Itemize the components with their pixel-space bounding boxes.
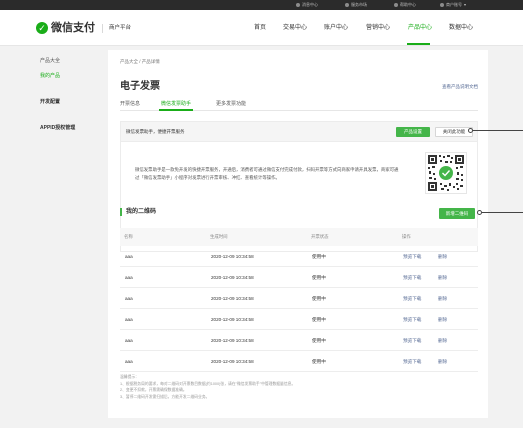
table-header: 名称 生成时间 开票状态 操作: [120, 228, 478, 246]
sidebar-group-title: 产品大全: [40, 58, 61, 64]
delete-link[interactable]: 删除: [438, 316, 447, 323]
column-header-name: 名称: [124, 234, 133, 239]
main-content: 产品大全 / 产品详情 电子发票 查看产品说明文档 开票信息 微信发票助手 更多…: [108, 50, 488, 418]
cell-status: 使用中: [312, 254, 326, 259]
topbar-item-messages[interactable]: 消息中心: [296, 1, 318, 9]
cell-time: 2020-12-09 10:34:58: [211, 338, 254, 343]
cell-name: aaa: [125, 317, 133, 322]
bell-icon: [296, 2, 300, 7]
cell-time: 2020-12-09 10:34:58: [211, 296, 254, 301]
table-row: aaa 2020-12-09 10:34:58 使用中 预览下载 删除: [120, 309, 478, 330]
qr-code-icon: [426, 153, 466, 193]
promo-description: 微信发票助手是一款免开发的快捷开票服务，开通后，消费者可通过微信支付完成付款，扫…: [135, 167, 399, 180]
top-utility-bar: 消息中心 服务市场 帮助中心 商户账号 ▾: [0, 0, 523, 10]
platform-name: 商户平台: [109, 25, 132, 31]
table-row: aaa 2020-12-09 10:34:58 使用中 预览下载 删除: [120, 246, 478, 267]
user-icon: [440, 2, 444, 7]
delete-link[interactable]: 删除: [438, 358, 447, 365]
delete-link[interactable]: 删除: [438, 253, 447, 260]
nav-transactions[interactable]: 交易中心: [283, 24, 307, 32]
cell-name: aaa: [125, 359, 133, 364]
service-bar: 微信发票助手，便捷开票服务 产品设置 关闭此功能: [120, 121, 478, 142]
preview-download-link[interactable]: 预览下载: [403, 253, 421, 260]
nav-home[interactable]: 首页: [254, 24, 266, 32]
product-doc-link[interactable]: 查看产品说明文档: [442, 84, 478, 90]
cell-time: 2020-12-09 10:34:58: [211, 317, 254, 322]
market-icon: [345, 2, 349, 7]
tab-invoice-info[interactable]: 开票信息: [120, 101, 140, 108]
column-header-status: 开票状态: [311, 234, 329, 239]
nav-data[interactable]: 数据中心: [449, 24, 473, 32]
cell-name: aaa: [125, 254, 133, 259]
nav-products[interactable]: 产品中心: [408, 24, 432, 32]
cell-status: 使用中: [312, 296, 326, 301]
wechat-pay-logo-icon: ✓: [36, 22, 48, 34]
nav-active-indicator: [407, 43, 430, 45]
section-title-my-qr: 我的二维码: [120, 208, 156, 216]
column-header-actions: 操作: [402, 234, 411, 239]
page-title: 电子发票: [120, 81, 160, 92]
sidebar-item-appid-auth[interactable]: APPID授权管理: [40, 125, 75, 132]
logo-text: 微信支付: [51, 22, 95, 34]
cell-status: 使用中: [312, 338, 326, 343]
table-row: aaa 2020-12-09 10:34:58 使用中 预览下载 删除: [120, 288, 478, 309]
cell-name: aaa: [125, 275, 133, 280]
tab-active-indicator: [159, 109, 193, 111]
topbar-item-account[interactable]: 商户账号 ▾: [440, 1, 466, 9]
table-row: aaa 2020-12-09 10:34:58 使用中 预览下载 删除: [120, 330, 478, 351]
service-bar-text: 微信发票助手，便捷开票服务: [126, 129, 185, 134]
cell-status: 使用中: [312, 317, 326, 322]
main-header: ✓ 微信支付 商户平台 首页 交易中心 账户中心 营销中心 产品中心 数据中心: [0, 10, 523, 46]
help-icon: [394, 2, 398, 7]
topbar-item-market[interactable]: 服务市场: [345, 1, 367, 9]
sidebar-item-dev-config[interactable]: 开发配置: [40, 99, 60, 106]
delete-link[interactable]: 删除: [438, 274, 447, 281]
annotation-line: [473, 130, 523, 131]
preview-download-link[interactable]: 预览下载: [403, 295, 421, 302]
nav-account[interactable]: 账户中心: [324, 24, 348, 32]
table-row: aaa 2020-12-09 10:34:58 使用中 预览下载 删除: [120, 351, 478, 372]
chevron-down-icon: ▾: [464, 2, 467, 7]
tab-more-features[interactable]: 更多发票功能: [216, 101, 246, 108]
sidebar-item-my-products[interactable]: 我的产品: [40, 73, 60, 80]
preview-download-link[interactable]: 预览下载: [403, 316, 421, 323]
delete-link[interactable]: 删除: [438, 295, 447, 302]
breadcrumb: 产品大全 / 产品详情: [120, 59, 160, 64]
nav-marketing[interactable]: 营销中心: [366, 24, 390, 32]
cell-status: 使用中: [312, 275, 326, 280]
add-qr-button[interactable]: 新增二维码: [439, 208, 475, 219]
cell-time: 2020-12-09 10:34:58: [211, 359, 254, 364]
cell-time: 2020-12-09 10:34:58: [211, 275, 254, 280]
qr-code-image: [425, 152, 467, 194]
product-settings-button[interactable]: 产品设置: [396, 127, 430, 137]
topbar-item-help[interactable]: 帮助中心: [394, 1, 416, 9]
cell-status: 使用中: [312, 359, 326, 364]
preview-download-link[interactable]: 预览下载: [403, 358, 421, 365]
note-item: 3、暂停二维码开发需扫描后，方能开发二维码业务。: [120, 394, 210, 399]
table-row: aaa 2020-12-09 10:34:58 使用中 预览下载 删除: [120, 267, 478, 288]
logo-divider: [102, 24, 103, 33]
cell-time: 2020-12-09 10:34:58: [211, 254, 254, 259]
preview-download-link[interactable]: 预览下载: [403, 337, 421, 344]
cell-name: aaa: [125, 338, 133, 343]
tab-invoice-assistant[interactable]: 微信发票助手: [161, 101, 191, 108]
notes-block: 温馨提示： 1、根据税务局的要求，每对二维码对开票数目数据(约1000)张，请在…: [120, 374, 295, 400]
column-header-time: 生成时间: [210, 234, 228, 239]
preview-download-link[interactable]: 预览下载: [403, 274, 421, 281]
delete-link[interactable]: 删除: [438, 337, 447, 344]
annotation-line: [482, 212, 523, 213]
cell-name: aaa: [125, 296, 133, 301]
